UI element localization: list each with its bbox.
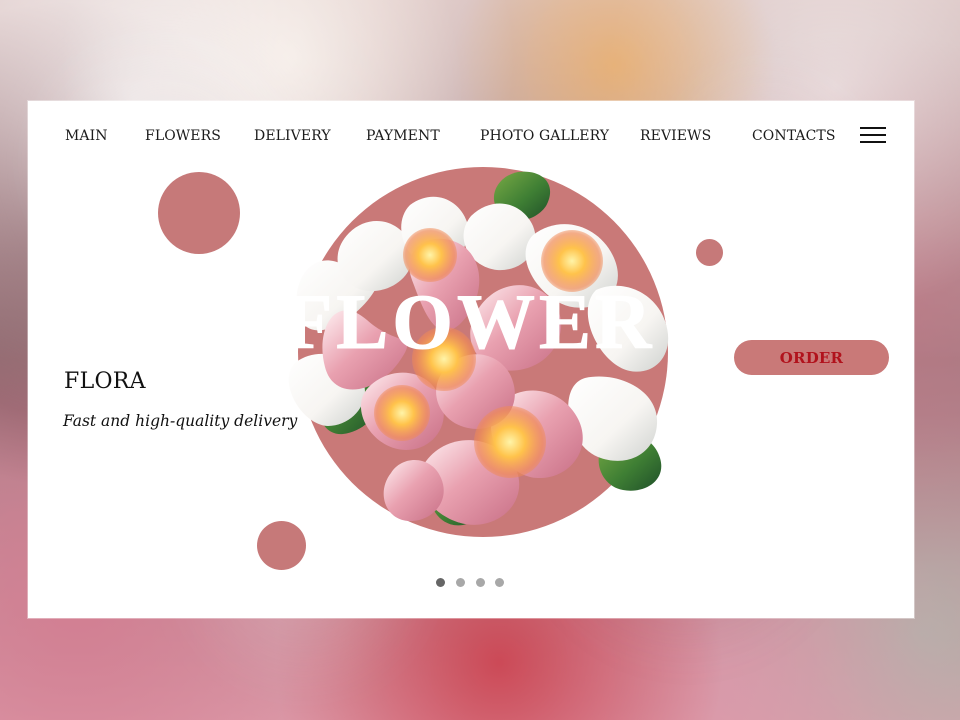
nav-main-link[interactable]: MAIN — [65, 127, 108, 145]
flower-center — [403, 228, 457, 282]
hamburger-line — [860, 134, 886, 136]
order-button[interactable]: ORDER — [734, 340, 889, 375]
landing-panel: MAIN FLOWERS DELIVERY PAYMENT PHOTO GALL… — [28, 101, 914, 618]
carousel-dot-2[interactable] — [456, 578, 465, 587]
nav-payment-link[interactable]: PAYMENT — [366, 127, 440, 145]
flower-hero-image: FLOWER — [248, 164, 698, 549]
brand-title: FLORA — [64, 369, 146, 394]
carousel-dot-3[interactable] — [476, 578, 485, 587]
nav-flowers-link[interactable]: FLOWERS — [145, 127, 221, 145]
flower-bouquet-icon: FLOWER — [284, 167, 669, 537]
carousel-pager — [436, 578, 506, 590]
hamburger-icon[interactable] — [860, 127, 886, 144]
decorative-small-circle — [696, 239, 723, 266]
nav-reviews-link[interactable]: REVIEWS — [640, 127, 711, 145]
nav-contacts-link[interactable]: CONTACTS — [752, 127, 836, 145]
flower-center — [374, 385, 430, 441]
delivery-tagline: Fast and high-quality delivery — [63, 412, 298, 430]
nav-delivery-link[interactable]: DELIVERY — [254, 127, 331, 145]
decorative-large-circle — [158, 172, 240, 254]
hamburger-line — [860, 141, 886, 143]
flower-center — [474, 406, 546, 478]
carousel-dot-4[interactable] — [495, 578, 504, 587]
carousel-dot-1[interactable] — [436, 578, 445, 587]
hamburger-line — [860, 127, 886, 129]
nav-photo-gallery-link[interactable]: PHOTO GALLERY — [480, 127, 609, 145]
top-navigation: MAIN FLOWERS DELIVERY PAYMENT PHOTO GALL… — [28, 101, 914, 169]
hero-overlay-word: FLOWER — [285, 278, 656, 365]
